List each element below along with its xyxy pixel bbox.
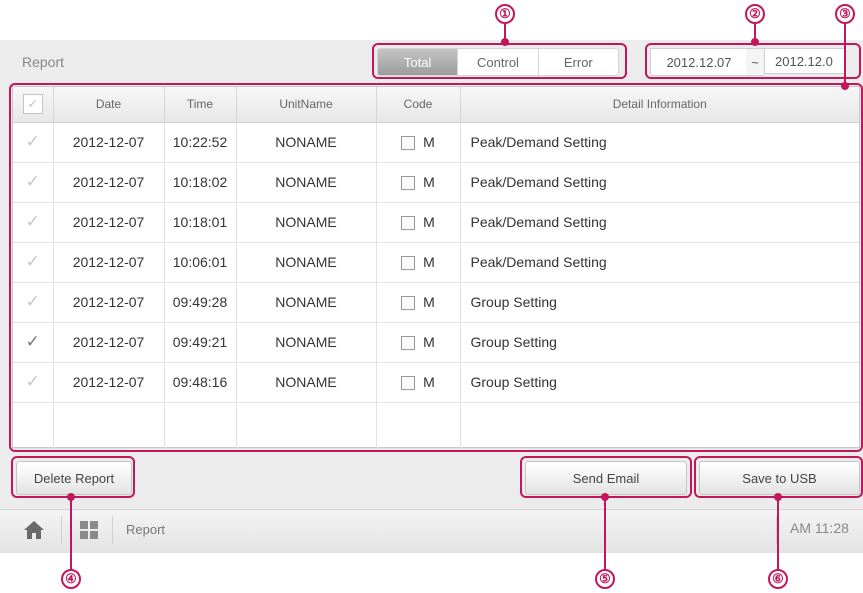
callout-box-date xyxy=(645,43,861,79)
callout-box-usb xyxy=(694,456,863,498)
callout-line xyxy=(777,500,779,569)
breadcrumb-label: Report xyxy=(126,522,166,537)
clock: AM 11:28 xyxy=(790,520,849,536)
bottom-divider xyxy=(112,516,113,544)
callout-line xyxy=(844,24,846,84)
callout-line xyxy=(754,24,756,39)
bottom-divider xyxy=(61,516,62,544)
callout-dot xyxy=(841,82,849,90)
callout-line xyxy=(504,24,506,39)
callout-number-4: ④ xyxy=(61,569,81,589)
callout-number-5: ⑤ xyxy=(595,569,615,589)
callout-number-6: ⑥ xyxy=(768,569,788,589)
callout-line xyxy=(70,500,72,569)
callout-box-table xyxy=(9,83,863,452)
callout-number-2: ② xyxy=(745,4,765,24)
callout-number-3: ③ xyxy=(835,4,855,24)
callout-dot xyxy=(751,38,759,46)
callout-box-email xyxy=(520,456,692,498)
home-icon[interactable] xyxy=(22,519,46,541)
callout-number-1: ① xyxy=(495,4,515,24)
screen-title: Report xyxy=(22,54,65,70)
menu-grid-icon[interactable] xyxy=(78,519,100,541)
callout-box-tabs xyxy=(372,43,627,79)
callout-box-delete xyxy=(11,456,135,498)
callout-dot xyxy=(501,38,509,46)
callout-line xyxy=(604,500,606,569)
